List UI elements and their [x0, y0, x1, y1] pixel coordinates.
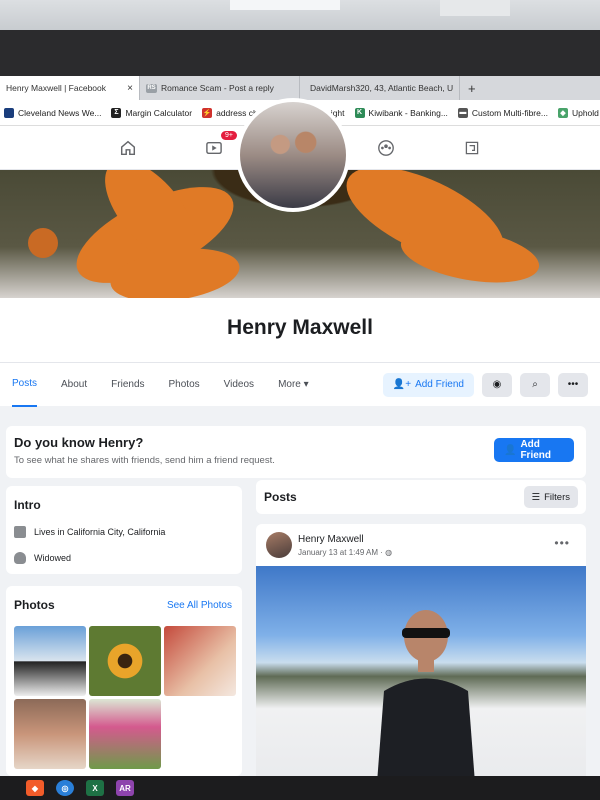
cable-icon: ▬	[457, 107, 468, 118]
avatar	[240, 102, 346, 208]
tab-label: Henry Maxwell | Facebook	[6, 83, 106, 93]
post-more-icon[interactable]: •••	[554, 536, 570, 550]
add-person-icon: 👤+	[392, 379, 412, 390]
globe-app-icon[interactable]: ◎	[56, 780, 74, 796]
filter-icon: ☰	[531, 491, 541, 503]
photos-title: Photos	[14, 598, 55, 612]
bookmark-label: Kiwibank - Banking...	[368, 107, 448, 118]
home-icon	[14, 526, 26, 538]
person-figure	[377, 610, 475, 776]
notification-badge: 9+	[221, 130, 237, 140]
tab-photos[interactable]: Photos	[169, 363, 200, 407]
tab-romance-scam[interactable]: RS Romance Scam - Post a reply	[140, 76, 300, 100]
friend-request-card: Do you know Henry? To see what he shares…	[6, 426, 586, 478]
tab-label: DavidMarsh320, 43, Atlantic Beach, U	[310, 83, 454, 93]
home-icon[interactable]	[117, 137, 139, 159]
photo-thumbnail[interactable]	[14, 699, 86, 769]
bolt-icon: ⚡	[202, 107, 213, 118]
tab-friends[interactable]: Friends	[111, 363, 144, 407]
button-label: Add Friend	[415, 379, 464, 390]
more-options-button[interactable]: •••	[558, 372, 588, 397]
messenger-icon: ◉	[492, 379, 502, 390]
add-person-icon: 👤	[504, 444, 517, 456]
bookmark-item[interactable]: ▬ Custom Multi-fibre...	[457, 107, 548, 118]
heart-icon	[14, 552, 26, 564]
relationship-status: Widowed	[34, 553, 72, 563]
know-title: Do you know Henry?	[14, 435, 144, 450]
photos-card: Photos See All Photos	[6, 586, 242, 776]
more-icon: •••	[567, 379, 579, 390]
lives-prefix: Lives in	[34, 527, 68, 537]
see-all-photos-link[interactable]: See All Photos	[167, 600, 232, 611]
profile-name: Henry Maxwell	[227, 316, 373, 339]
posts-title: Posts	[264, 490, 297, 504]
bookmark-label: Cleveland News We...	[18, 107, 102, 118]
monitor-bezel	[0, 30, 600, 78]
know-subtitle: To see what he shares with friends, send…	[14, 455, 275, 466]
profile-header: Henry Maxwell Posts About Friends Photos…	[0, 298, 600, 407]
brave-browser-icon[interactable]: ◆	[26, 780, 44, 796]
browser-window: Henry Maxwell | Facebook × RS Romance Sc…	[0, 76, 600, 776]
posts-header-card: Posts ☰ Filters	[256, 480, 586, 514]
filters-button[interactable]: ☰ Filters	[523, 486, 578, 508]
photo-thumbnail[interactable]	[89, 699, 161, 769]
photo-thumbnail[interactable]	[14, 626, 86, 696]
profile-picture[interactable]	[236, 98, 350, 212]
bookmark-item[interactable]: Σ Margin Calculator	[111, 107, 193, 118]
photo-thumbnail[interactable]	[89, 626, 161, 696]
shield-icon: ◆	[557, 107, 568, 118]
post-timestamp[interactable]: January 13 at 1:49 AM · ◍	[298, 548, 392, 557]
city-link[interactable]: California City, California	[67, 527, 165, 537]
bookmark-item[interactable]: ◆ Uphold	[557, 107, 599, 118]
photo-grid	[14, 626, 236, 769]
messenger-button[interactable]: ◉	[482, 372, 512, 397]
office-ceiling	[0, 0, 600, 30]
globe-icon: ◍	[385, 548, 393, 557]
bookmark-item[interactable]: K Kiwibank - Banking...	[354, 107, 448, 118]
gaming-icon[interactable]	[461, 137, 483, 159]
tab-about[interactable]: About	[61, 363, 87, 407]
new-tab-button[interactable]: +	[460, 76, 484, 100]
lives-in-row: Lives in California City, California	[14, 526, 165, 538]
add-friend-primary-button[interactable]: 👤 Add Friend	[494, 438, 574, 462]
bookmark-label: Uphold	[571, 107, 599, 118]
bookmark-item[interactable]: Cleveland News We...	[4, 107, 102, 118]
button-label: Add Friend	[520, 439, 552, 461]
ceiling-vent	[440, 0, 510, 16]
bookmark-label: Custom Multi-fibre...	[471, 107, 548, 118]
relationship-row: Widowed	[14, 552, 71, 564]
bookmark-label: Margin Calculator	[125, 107, 193, 118]
kiwibank-icon: K	[354, 107, 365, 118]
post-card: Henry Maxwell January 13 at 1:49 AM · ◍ …	[256, 524, 586, 776]
groups-icon[interactable]	[375, 137, 397, 159]
timestamp-text: January 13 at 1:49 AM ·	[298, 548, 386, 557]
photo-thumbnail[interactable]	[164, 626, 236, 696]
close-tab-icon[interactable]: ×	[127, 83, 133, 94]
sigma-icon: Σ	[111, 107, 122, 118]
tab-more[interactable]: More ▾	[278, 363, 309, 407]
post-avatar[interactable]	[266, 532, 292, 558]
search-button[interactable]: ⌕	[520, 372, 550, 397]
watch-icon[interactable]: 9+	[203, 130, 237, 159]
intro-title: Intro	[14, 498, 41, 512]
news-icon	[4, 107, 14, 118]
search-icon: ⌕	[532, 379, 538, 390]
tab-videos[interactable]: Videos	[224, 363, 254, 407]
intro-card: Intro Lives in California City, Californ…	[6, 486, 242, 574]
app-icon[interactable]: AR	[116, 780, 134, 796]
post-photo[interactable]	[256, 566, 586, 776]
excel-icon[interactable]: X	[86, 780, 104, 796]
rs-favicon-icon: RS	[146, 83, 157, 93]
browser-tabbar: Henry Maxwell | Facebook × RS Romance Sc…	[0, 76, 600, 100]
tab-davidmarsh[interactable]: DavidMarsh320, 43, Atlantic Beach, U	[300, 76, 460, 100]
profile-tabs: Posts About Friends Photos Videos More ▾…	[0, 362, 600, 407]
add-friend-button[interactable]: 👤+ Add Friend	[382, 372, 474, 397]
filters-label: Filters	[544, 491, 570, 503]
ceiling-lamp	[230, 0, 340, 10]
post-author[interactable]: Henry Maxwell	[298, 534, 364, 545]
os-taskbar: ◆ ◎ X AR	[0, 776, 600, 800]
tab-posts[interactable]: Posts	[12, 363, 38, 407]
tab-label: Romance Scam - Post a reply	[161, 83, 274, 93]
tab-facebook[interactable]: Henry Maxwell | Facebook ×	[0, 76, 140, 100]
